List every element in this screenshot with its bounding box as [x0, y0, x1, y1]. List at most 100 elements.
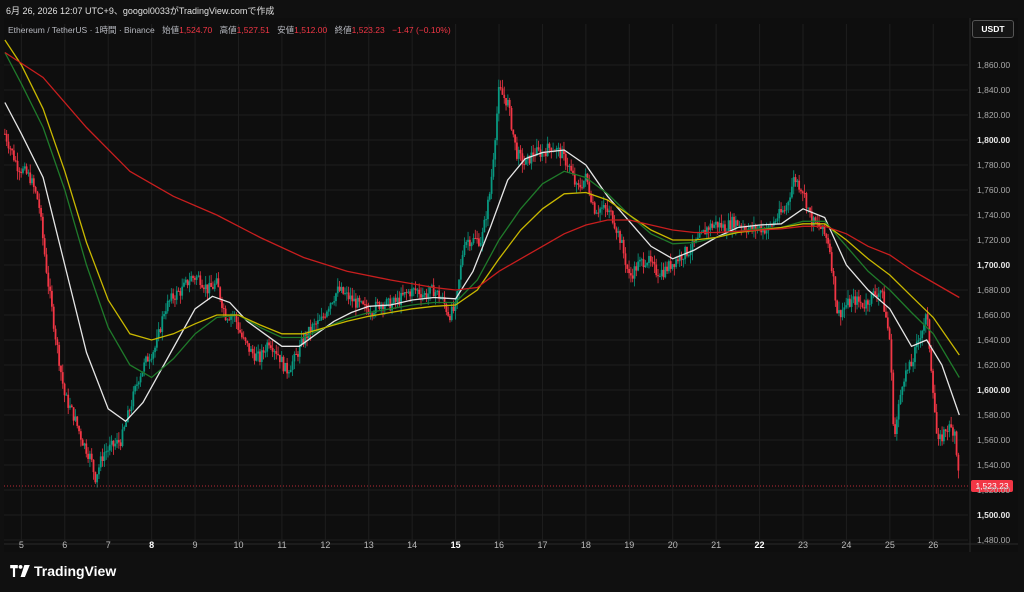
x-tick-label: 15	[451, 540, 461, 550]
candle-body	[608, 210, 611, 213]
candle-body	[74, 416, 77, 421]
candle-body	[409, 291, 412, 297]
candle-body	[830, 252, 833, 272]
candle-body	[174, 298, 176, 300]
candle-body	[184, 279, 187, 283]
y-tick-label: 1,520.00	[977, 485, 1010, 495]
candle-body	[134, 385, 137, 392]
candle-body	[897, 404, 900, 420]
candle-body	[718, 222, 721, 228]
candle-body	[646, 262, 649, 266]
candle-body	[903, 381, 905, 387]
candle-body	[164, 311, 167, 315]
candle-body	[99, 456, 102, 468]
candle-body	[780, 209, 782, 213]
candle-body	[863, 307, 866, 309]
candle-body	[11, 148, 14, 151]
candle-body	[883, 291, 886, 312]
candle-body	[467, 239, 469, 242]
candle-body	[450, 306, 453, 321]
candle-body	[392, 297, 395, 304]
candle-body	[736, 220, 739, 226]
candle-body	[56, 339, 59, 346]
candle-body	[137, 382, 140, 385]
candle-body	[854, 296, 857, 305]
candle-body	[251, 348, 254, 354]
candle-body	[619, 231, 621, 243]
candle-body	[92, 459, 95, 473]
tradingview-brand[interactable]: TradingView	[10, 563, 116, 579]
candle-body	[356, 297, 359, 308]
candle-body	[60, 365, 62, 373]
candle-body	[117, 439, 120, 443]
candle-body	[787, 201, 790, 206]
candle-body	[449, 315, 451, 321]
low-label: 安値	[277, 25, 295, 35]
open-value: 1,524.70	[179, 25, 213, 35]
candle-body	[872, 291, 875, 293]
candle-body	[582, 180, 585, 188]
candle-body	[210, 282, 213, 287]
candle-body	[154, 347, 156, 353]
candle-body	[204, 284, 207, 290]
candle-body	[468, 239, 471, 247]
currency-button[interactable]: USDT	[972, 20, 1014, 38]
candle-body	[935, 412, 938, 434]
candle-body	[405, 292, 408, 294]
candle-body	[420, 294, 422, 298]
candle-body	[139, 376, 142, 383]
candle-body	[20, 171, 23, 173]
candle-body	[472, 238, 475, 244]
candle-body	[297, 354, 299, 357]
candle-body	[950, 424, 953, 428]
candle-body	[689, 252, 692, 256]
candle-body	[791, 186, 793, 198]
candle-body	[192, 276, 194, 278]
candle-body	[212, 286, 214, 289]
candle-body	[143, 362, 146, 372]
y-tick-label: 1,840.00	[977, 85, 1010, 95]
candle-body	[568, 165, 571, 167]
symbol-legend: Ethereum / TetherUS · 1時間 · Binance 始値1,…	[8, 24, 451, 36]
y-tick-label: 1,860.00	[977, 60, 1010, 70]
candle-body	[96, 474, 99, 483]
candle-body	[318, 319, 321, 321]
candle-body	[72, 407, 75, 421]
candle-body	[121, 429, 124, 447]
candle-body	[49, 286, 52, 291]
candle-body	[107, 450, 109, 452]
candle-body	[320, 316, 323, 320]
candle-body	[152, 352, 155, 359]
candle-body	[602, 204, 605, 208]
candle-body	[387, 298, 390, 300]
candle-body	[595, 212, 598, 214]
candle-body	[557, 147, 560, 149]
candle-body	[624, 253, 627, 265]
candle-body	[856, 296, 858, 305]
candle-body	[566, 165, 569, 167]
candle-body	[548, 143, 551, 148]
candle-body	[461, 255, 464, 266]
candle-body	[329, 303, 332, 309]
candle-body	[94, 472, 97, 483]
y-tick-label: 1,780.00	[977, 160, 1010, 170]
candle-body	[327, 308, 330, 312]
candle-body	[593, 202, 596, 214]
candle-body	[666, 266, 668, 272]
candle-body	[657, 275, 659, 277]
candle-body	[707, 227, 710, 230]
candle-body	[114, 443, 117, 447]
y-tick-label: 1,640.00	[977, 335, 1010, 345]
y-tick-label: 1,500.00	[977, 510, 1010, 520]
x-tick-label: 7	[106, 540, 111, 550]
candle-body	[698, 232, 701, 238]
candle-body	[832, 271, 835, 277]
candle-body	[573, 174, 576, 185]
candle-body	[492, 159, 495, 177]
price-chart[interactable]: 1,523.23 1,480.00 1,500.00 1,520.00 1,540.00…	[0, 0, 1024, 592]
candle-body	[933, 392, 936, 413]
close-label: 終値	[334, 25, 352, 35]
candle-body	[561, 149, 564, 159]
candle-body	[516, 142, 518, 159]
x-tick-label: 8	[149, 540, 154, 550]
